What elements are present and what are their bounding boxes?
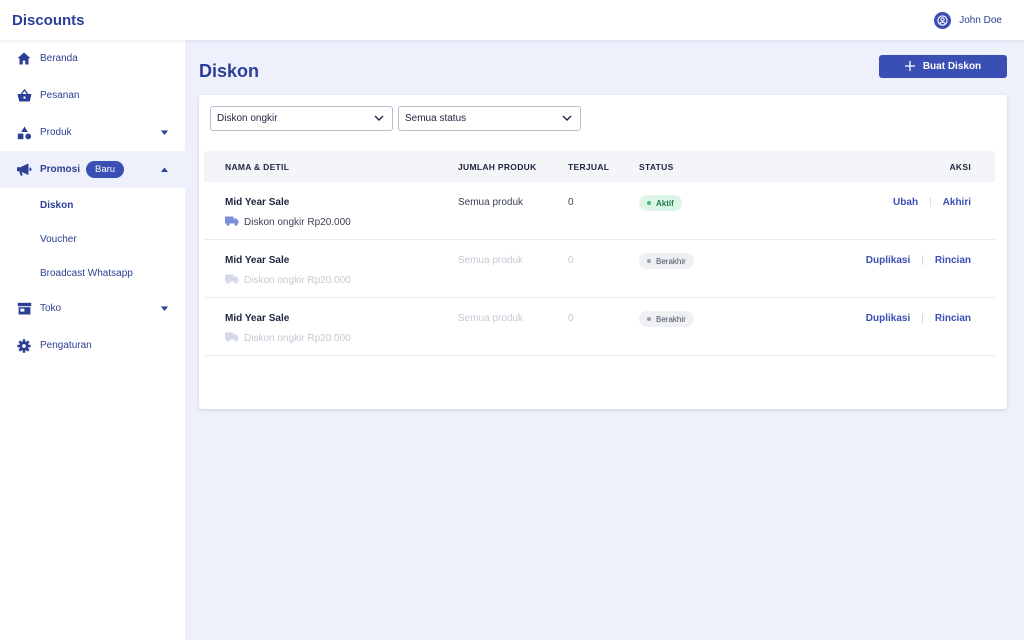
sidebar-item-label: Toko <box>40 303 62 314</box>
status-badge: Berakhir <box>639 311 694 327</box>
details-link[interactable]: Rincian <box>935 255 971 266</box>
sold-count: 0 <box>568 197 574 208</box>
user-menu[interactable]: John Doe <box>934 11 1002 29</box>
chevron-down-icon <box>374 113 384 124</box>
discount-detail: Diskon ongkir Rp20.000 <box>244 275 351 286</box>
action-separator: | <box>929 197 932 208</box>
sidebar-item-label: Promosi <box>40 164 81 175</box>
home-icon <box>16 51 32 67</box>
main-content: Diskon Buat Diskon Diskon ongkir Semua s… <box>199 40 1007 409</box>
duplicate-link[interactable]: Duplikasi <box>866 255 910 266</box>
sidebar-subitem-diskon[interactable]: Diskon <box>0 188 185 222</box>
discount-name: Mid Year Sale <box>225 255 290 266</box>
product-count: Semua produk <box>458 197 524 208</box>
status-badge: Berakhir <box>639 253 694 269</box>
discount-name: Mid Year Sale <box>225 313 290 324</box>
basket-icon <box>16 88 32 104</box>
table-row: Mid Year Sale Diskon ongkir Rp20.000 Sem… <box>204 298 995 356</box>
column-header-sold: TERJUAL <box>568 161 610 172</box>
status-label: Berakhir <box>656 256 686 266</box>
sidebar-subitem-label: Diskon <box>40 199 74 211</box>
sidebar-item-produk[interactable]: Produk <box>0 114 185 151</box>
sidebar-item-label: Pengaturan <box>40 340 92 351</box>
column-header-name: NAMA & DETIL <box>225 161 290 172</box>
gear-icon <box>16 338 32 354</box>
action-separator: | <box>921 313 924 324</box>
sidebar-item-pesanan[interactable]: Pesanan <box>0 77 185 114</box>
edit-link[interactable]: Ubah <box>893 197 918 208</box>
truck-icon <box>225 274 239 287</box>
discount-detail: Diskon ongkir Rp20.000 <box>244 217 351 228</box>
status-select-value: Semua status <box>405 113 467 124</box>
column-header-status: STATUS <box>639 161 674 172</box>
sidebar-item-promosi[interactable]: Promosi Baru <box>0 151 185 188</box>
table-row: Mid Year Sale Diskon ongkir Rp20.000 Sem… <box>204 240 995 298</box>
status-dot-icon <box>647 201 651 205</box>
discount-type-select[interactable]: Diskon ongkir <box>210 106 393 131</box>
chevron-down-icon <box>562 113 572 124</box>
discount-type-value: Diskon ongkir <box>217 113 278 124</box>
sidebar-item-pengaturan[interactable]: Pengaturan <box>0 327 185 364</box>
megaphone-icon <box>16 162 32 178</box>
sidebar-item-toko[interactable]: Toko <box>0 290 185 327</box>
product-count: Semua produk <box>458 313 524 324</box>
caret-up-icon <box>161 164 168 175</box>
caret-down-icon <box>161 127 168 138</box>
sold-count: 0 <box>568 313 574 324</box>
user-circle-icon <box>934 11 952 29</box>
sidebar-item-label: Pesanan <box>40 90 80 101</box>
create-discount-button[interactable]: Buat Diskon <box>879 54 1007 78</box>
sidebar-subitem-broadcast-whatsapp[interactable]: Broadcast Whatsapp <box>0 256 185 290</box>
plus-icon <box>904 60 915 72</box>
discount-detail: Diskon ongkir Rp20.000 <box>244 333 351 344</box>
page-header: Diskon Buat Diskon <box>199 40 1007 96</box>
caret-down-icon <box>161 303 168 314</box>
top-bar: Discounts John Doe <box>0 0 1024 40</box>
sidebar-item-beranda[interactable]: Beranda <box>0 40 185 77</box>
filter-bar: Diskon ongkir Semua status <box>210 106 1001 131</box>
status-label: Aktif <box>656 198 674 208</box>
sidebar: Beranda Pesanan Produk Promosi Baru Disk… <box>0 40 185 640</box>
shapes-icon <box>16 125 32 141</box>
sidebar-subitem-label: Broadcast Whatsapp <box>40 267 133 279</box>
discount-name: Mid Year Sale <box>225 197 290 208</box>
column-header-products: JUMLAH PRODUK <box>458 161 537 172</box>
table-row: Mid Year Sale Diskon ongkir Rp20.000 Sem… <box>204 182 995 240</box>
create-discount-label: Buat Diskon <box>922 60 982 72</box>
app-title: Discounts <box>12 11 85 29</box>
truck-icon <box>225 216 239 229</box>
status-select[interactable]: Semua status <box>398 106 581 131</box>
discount-card: Diskon ongkir Semua status NAMA & DETIL … <box>199 95 1007 409</box>
discount-table: NAMA & DETIL JUMLAH PRODUK TERJUAL STATU… <box>204 151 995 356</box>
sidebar-item-label: Produk <box>40 127 72 138</box>
status-label: Berakhir <box>656 314 686 324</box>
duplicate-link[interactable]: Duplikasi <box>866 313 910 324</box>
product-count: Semua produk <box>458 255 524 266</box>
user-name: John Doe <box>959 14 1002 26</box>
table-header: NAMA & DETIL JUMLAH PRODUK TERJUAL STATU… <box>204 151 995 182</box>
page-title: Diskon <box>199 60 260 81</box>
truck-icon <box>225 332 239 345</box>
action-separator: | <box>921 255 924 266</box>
column-header-actions: AKSI <box>949 161 971 172</box>
status-badge: Aktif <box>639 195 682 211</box>
status-dot-icon <box>647 317 651 321</box>
sidebar-subitem-label: Voucher <box>40 233 77 245</box>
sold-count: 0 <box>568 255 574 266</box>
sidebar-subitem-voucher[interactable]: Voucher <box>0 222 185 256</box>
end-link[interactable]: Akhiri <box>943 197 971 208</box>
sidebar-item-label: Beranda <box>40 53 78 64</box>
new-badge: Baru <box>86 161 125 178</box>
store-icon <box>16 301 32 317</box>
details-link[interactable]: Rincian <box>935 313 971 324</box>
status-dot-icon <box>647 259 651 263</box>
